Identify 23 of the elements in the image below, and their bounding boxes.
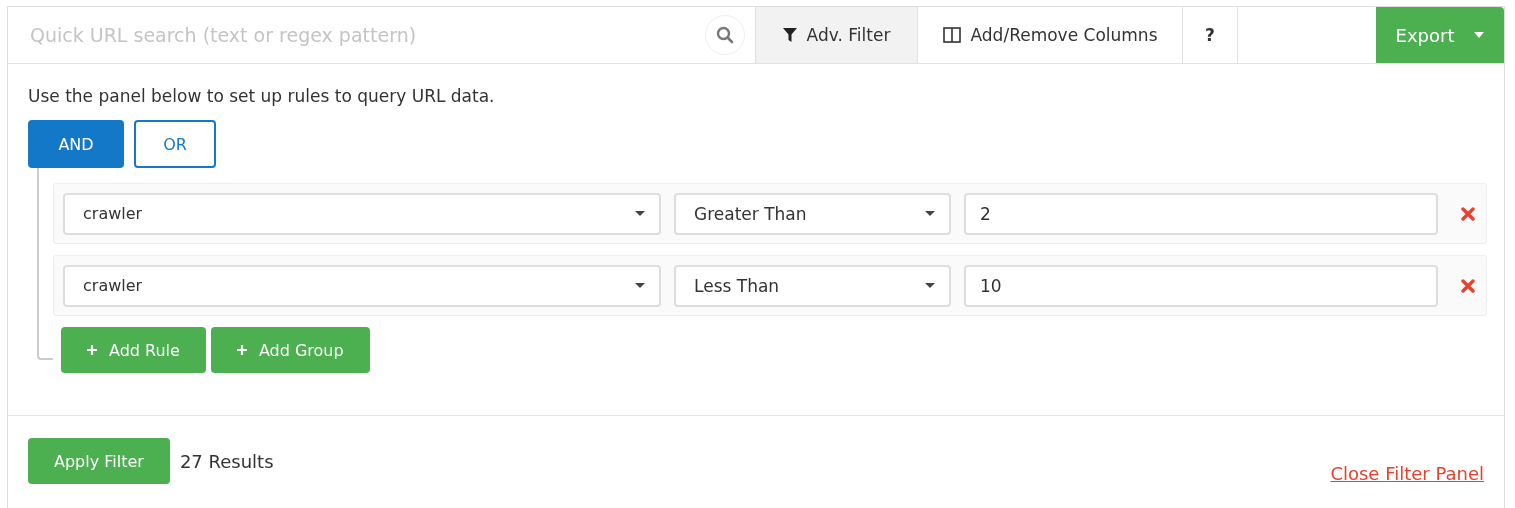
caret-icon xyxy=(1474,32,1485,38)
value-field[interactable]: 10 xyxy=(964,264,1438,307)
conjunction-toggle[interactable]: AND xyxy=(28,120,124,168)
close-filter-link[interactable]: Close Filter Panel xyxy=(1330,462,1484,484)
caret-icon xyxy=(635,211,645,216)
caret-icon xyxy=(635,283,645,288)
results-count: 27 Results xyxy=(179,450,274,472)
filter-icon xyxy=(782,27,797,43)
value-field[interactable]: 2 xyxy=(964,192,1438,235)
adv-filter-button[interactable]: Adv. Filter xyxy=(756,7,918,63)
operator-select[interactable]: Less Than xyxy=(674,264,951,307)
instruction-text: Use the panel below to set up rules to query URL data. xyxy=(28,86,496,106)
delete-icon[interactable] xyxy=(1461,278,1475,293)
caret-icon xyxy=(925,283,935,288)
field-select[interactable]: crawler xyxy=(63,264,661,307)
operator-select[interactable]: Greater Than xyxy=(674,192,951,235)
columns-icon xyxy=(942,27,961,43)
caret-icon xyxy=(925,211,935,216)
plus-icon xyxy=(87,345,97,355)
delete-icon[interactable] xyxy=(1461,206,1475,221)
conjunction-toggle[interactable]: OR xyxy=(134,120,216,168)
plus-icon xyxy=(236,345,247,355)
field-select[interactable]: crawler xyxy=(63,192,661,235)
